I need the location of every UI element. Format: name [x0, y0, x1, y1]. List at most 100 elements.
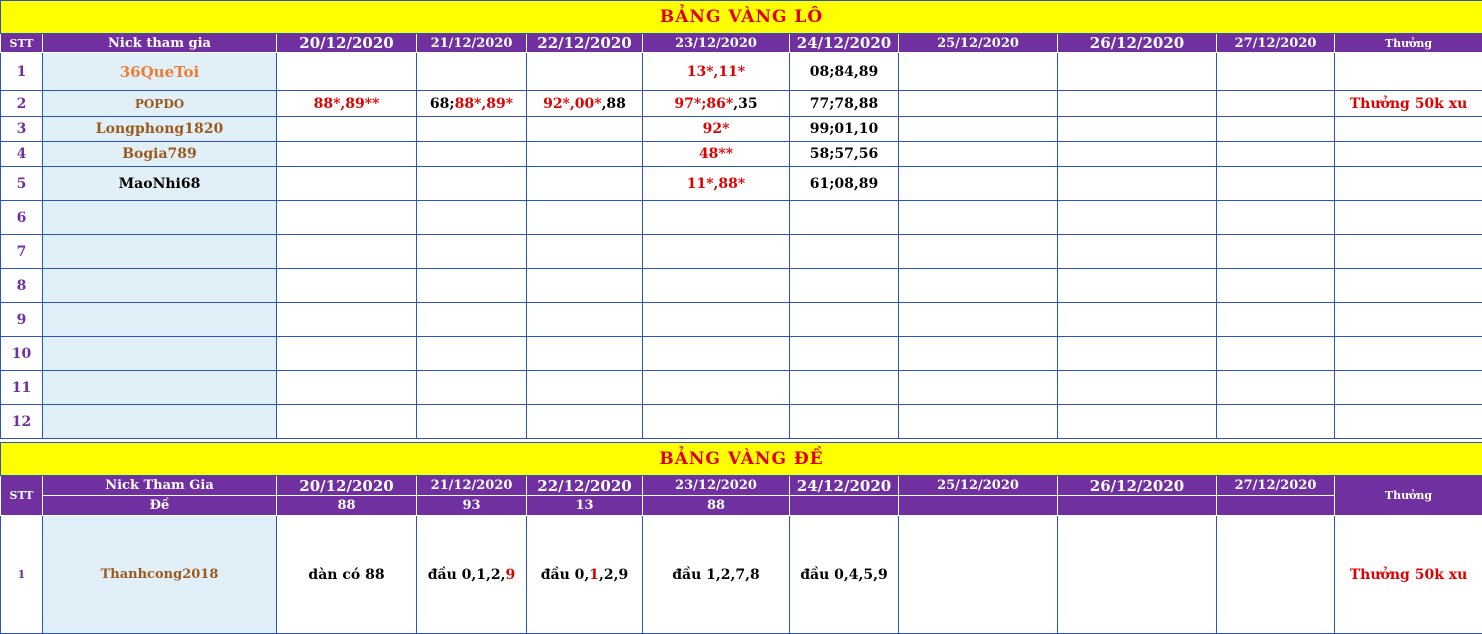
de-label: Đề — [42, 495, 277, 516]
lo-stt-cell: 5 — [0, 166, 43, 201]
lo-pick-cell-7 — [1057, 336, 1217, 371]
lo-pick-cell-4 — [642, 370, 790, 405]
lo-pick-cell-5 — [789, 404, 899, 439]
de-header-date-7: 26/12/2020 — [1057, 475, 1217, 496]
lo-nick-cell: MaoNhi68 — [42, 166, 277, 201]
lo-nick-cell — [42, 234, 277, 269]
lo-pick-cell-1 — [276, 268, 417, 303]
lo-pick-cell-8 — [1216, 141, 1335, 167]
de-header-date-8: 27/12/2020 — [1216, 475, 1335, 496]
lo-pick-cell-3 — [526, 336, 643, 371]
de-pick-cell-4: đầu 1,2,7,8 — [642, 515, 790, 634]
lo-pick-cell-2 — [416, 200, 527, 235]
lo-table: BẢNG VÀNG LÔ STT Nick tham gia 20/12/202… — [0, 0, 1482, 439]
lo-row: 9 — [0, 302, 1482, 337]
lo-pick-cell-6 — [898, 302, 1058, 337]
lo-pick-cell-2 — [416, 52, 527, 91]
de-pick-cell-2: đầu 0,1,2,9 — [416, 515, 527, 634]
lo-pick-cell-6 — [898, 200, 1058, 235]
lo-row: 4 Bogia789 48** 58;57,56 — [0, 141, 1482, 167]
lo-nick-cell — [42, 336, 277, 371]
lo-pick-cell-5: 58;57,56 — [789, 141, 899, 167]
de-pick-cell-8 — [1216, 515, 1335, 634]
lo-reward-cell — [1333, 370, 1482, 405]
lo-nick-cell — [42, 200, 277, 235]
lo-pick-cell-8 — [1216, 52, 1335, 91]
lo-pick-cell-2 — [416, 370, 527, 405]
lo-reward-cell — [1333, 336, 1482, 371]
lo-pick-cell-4 — [642, 404, 790, 439]
lo-pick-cell-5 — [789, 302, 899, 337]
de-pick-cell-6 — [898, 515, 1058, 634]
lo-stt-cell: 6 — [0, 200, 43, 235]
pick-number: 48** — [698, 146, 734, 162]
de-title: BẢNG VÀNG ĐỀ — [0, 442, 1482, 476]
lo-pick-cell-8 — [1216, 116, 1335, 142]
pick-number: ,88 — [601, 95, 626, 112]
lo-nick-cell: Bogia789 — [42, 141, 277, 167]
lo-pick-cell-3 — [526, 302, 643, 337]
lo-pick-cell-7 — [1057, 90, 1217, 117]
lo-header-date-2: 21/12/2020 — [416, 33, 527, 53]
lo-pick-cell-3 — [526, 404, 643, 439]
lo-header-date-1: 20/12/2020 — [276, 33, 417, 53]
pick-number: 13*,11* — [686, 63, 746, 80]
lo-stt-cell: 7 — [0, 234, 43, 269]
lo-pick-cell-5: 08;84,89 — [789, 52, 899, 91]
pick-number: dàn có 88 — [308, 566, 385, 583]
lo-pick-cell-6 — [898, 166, 1058, 201]
lo-nick-cell — [42, 370, 277, 405]
lo-pick-cell-5 — [789, 268, 899, 303]
lo-stt-cell: 3 — [0, 116, 43, 142]
lo-pick-cell-3 — [526, 166, 643, 201]
lo-pick-cell-7 — [1057, 370, 1217, 405]
lo-pick-cell-2 — [416, 141, 527, 167]
lo-pick-cell-4 — [642, 336, 790, 371]
lo-pick-cell-7 — [1057, 302, 1217, 337]
lo-stt-cell: 12 — [0, 404, 43, 439]
de-header-date-2: 21/12/2020 — [416, 475, 527, 496]
de-header-reward: Thưởng — [1333, 475, 1482, 516]
lo-reward-cell — [1333, 52, 1482, 91]
pick-number: 88*,89** — [313, 95, 380, 112]
de-header-nick: Nick Tham Gia — [42, 475, 277, 496]
pick-number: 58;57,56 — [809, 146, 879, 162]
de-row: 1 Thanhcong2018 dàn có 88 đầu 0,1,2,9 đầu 0,… — [0, 515, 1482, 634]
lo-pick-cell-4 — [642, 302, 790, 337]
pick-number: 99;01,10 — [809, 121, 879, 137]
lo-row: 7 — [0, 234, 1482, 269]
lo-row: 10 — [0, 336, 1482, 371]
de-header-row: STT Nick Tham Gia 20/12/2020 21/12/2020 … — [0, 475, 1482, 516]
de-table: BẢNG VÀNG ĐỀ STT Nick Tham Gia 20/12/202… — [0, 442, 1482, 634]
de-result-5 — [789, 495, 899, 516]
lo-pick-cell-7 — [1057, 116, 1217, 142]
lo-pick-cell-3 — [526, 141, 643, 167]
lo-pick-cell-5: 61;08,89 — [789, 166, 899, 201]
lo-header-date-5: 24/12/2020 — [789, 33, 899, 53]
lo-header-reward: Thưởng — [1333, 33, 1482, 53]
lo-pick-cell-1 — [276, 302, 417, 337]
lo-pick-cell-8 — [1216, 302, 1335, 337]
lo-pick-cell-6 — [898, 90, 1058, 117]
pick-number: 77;78,88 — [809, 95, 879, 112]
lo-pick-cell-6 — [898, 52, 1058, 91]
pick-number: đầu 0,1,2, — [427, 566, 506, 583]
lo-header-stt: STT — [0, 33, 43, 53]
lo-pick-cell-1 — [276, 370, 417, 405]
lo-row: 2 POPDO 88*,89** 68;88*,89* 92*,00*,88 97*;86… — [0, 90, 1482, 117]
de-header-stt: STT — [0, 475, 43, 516]
lo-header-nick: Nick tham gia — [42, 33, 277, 53]
pick-number: 61;08,89 — [809, 175, 879, 192]
lo-banner-row: BẢNG VÀNG LÔ — [0, 0, 1482, 34]
de-result-2: 93 — [416, 495, 527, 516]
de-result-8 — [1216, 495, 1335, 516]
lo-header-date-4: 23/12/2020 — [642, 33, 790, 53]
lo-header-date-8: 27/12/2020 — [1216, 33, 1335, 53]
lo-pick-cell-2 — [416, 116, 527, 142]
pick-number: đầu 0,4,5,9 — [800, 566, 888, 583]
de-result-row: Đề 88 93 13 88 — [1, 495, 1482, 516]
de-header-date-4: 23/12/2020 — [642, 475, 790, 496]
lo-pick-cell-5 — [789, 200, 899, 235]
lo-stt-cell: 4 — [0, 141, 43, 167]
lo-header-date-7: 26/12/2020 — [1057, 33, 1217, 53]
